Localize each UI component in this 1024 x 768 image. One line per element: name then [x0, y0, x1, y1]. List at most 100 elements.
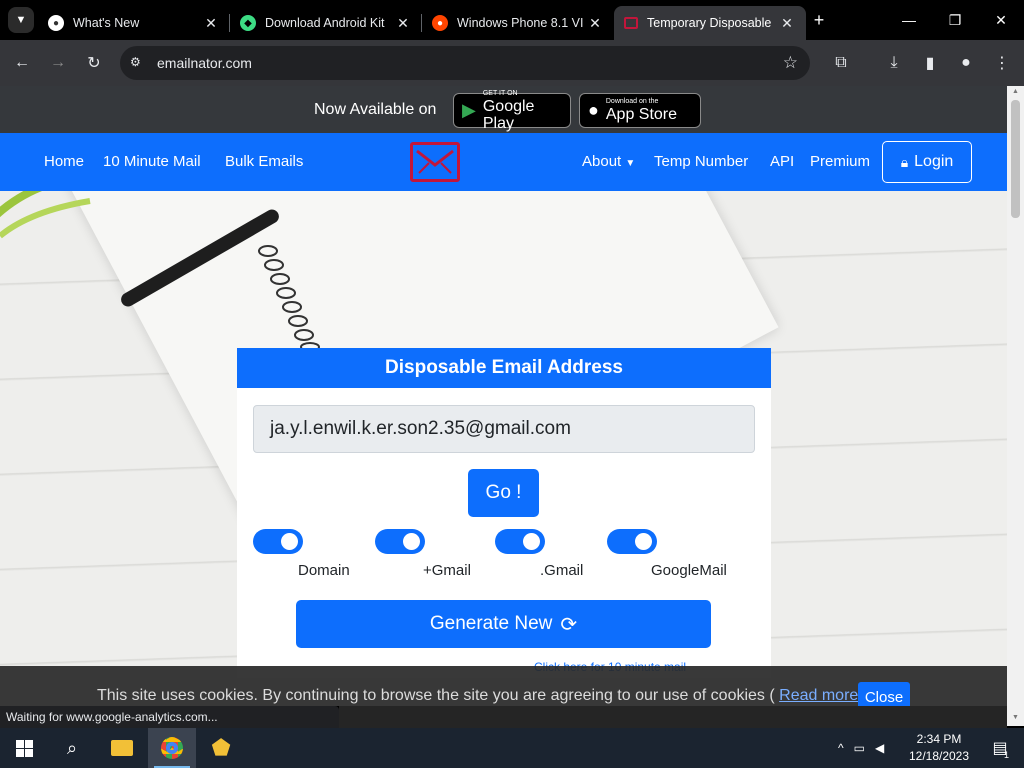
notifications-button[interactable]: ▤ 1	[976, 728, 1024, 768]
clock-time: 2:34 PM	[916, 732, 962, 746]
bookmark-star-icon[interactable]: ☆	[783, 53, 798, 73]
profile-button[interactable]: ●	[954, 51, 978, 75]
cookie-banner-lower	[339, 706, 1007, 728]
nav-10-minute-mail[interactable]: 10 Minute Mail	[103, 153, 201, 170]
scroll-down-icon[interactable]: ▼	[1011, 714, 1020, 721]
forward-button[interactable]: →	[46, 51, 70, 75]
profile-icon: ●	[961, 54, 971, 71]
close-window-button[interactable]: ✕	[978, 0, 1024, 40]
toggle-dot-gmail[interactable]	[495, 529, 545, 554]
menu-button[interactable]: ⋮	[990, 51, 1014, 75]
cookie-close-button[interactable]: Close	[858, 682, 910, 706]
generate-new-button[interactable]: Generate New ⟳	[296, 600, 711, 648]
url-text: emailnator.com	[157, 55, 252, 71]
kebab-menu-icon: ⋮	[994, 55, 1010, 72]
system-clock[interactable]: 2:34 PM 12/18/2023	[905, 731, 973, 765]
site-settings-icon[interactable]: ⚙	[130, 55, 146, 71]
generate-label: Generate New	[429, 613, 553, 634]
chevron-down-icon: ▼	[15, 14, 27, 26]
app-availability-bar: Now Available on ▶ GET IT ON Google Play…	[0, 86, 1007, 133]
network-icon[interactable]: ▭	[854, 741, 865, 755]
tray-chevron-icon[interactable]: ^	[838, 741, 844, 755]
reload-button[interactable]: ↻	[82, 51, 106, 75]
tab-temporary-disposable[interactable]: Temporary Disposable ✕	[614, 6, 806, 40]
cookie-text: This site uses cookies. By continuing to…	[97, 687, 864, 705]
available-text: Now Available on	[314, 101, 437, 118]
restore-button[interactable]: ❐	[932, 0, 978, 40]
close-icon[interactable]: ✕	[586, 15, 604, 32]
search-button[interactable]: ⌕	[48, 728, 96, 768]
site-logo[interactable]	[410, 142, 460, 182]
extensions-button[interactable]: ⧉	[829, 51, 853, 75]
nav-api[interactable]: API	[770, 153, 794, 170]
back-button[interactable]: ←	[10, 51, 34, 75]
badge-small-text: GET IT ON	[482, 89, 518, 97]
volume-icon[interactable]: ◀	[875, 741, 884, 755]
chrome-taskbar-button[interactable]	[148, 728, 196, 768]
address-bar[interactable]: ⚙ emailnator.com ☆	[120, 46, 810, 80]
nav-premium[interactable]: Premium	[810, 153, 870, 170]
read-more-link[interactable]: Read more	[779, 687, 858, 704]
toggle-label-dot-gmail: .Gmail	[540, 562, 584, 579]
toggle-label-googlemail: GoogleMail	[651, 562, 727, 579]
tab-download-android[interactable]: ◆ Download Android Kit ✕	[230, 6, 422, 40]
nav-about-label: About	[582, 153, 622, 170]
google-play-badge[interactable]: ▶ GET IT ON Google Play	[453, 89, 571, 132]
badge-big-text: App Store	[605, 106, 678, 123]
nav-home[interactable]: Home	[44, 153, 84, 170]
download-icon: ⤓	[890, 54, 898, 71]
plant-image	[0, 191, 91, 239]
notification-count: 1	[1004, 750, 1010, 760]
pentagon-app-icon: ⬟	[211, 735, 231, 760]
toggle-domain[interactable]	[253, 529, 303, 554]
email-address-field[interactable]: ja.y.l.enwil.k.er.son2.35@gmail.com	[253, 405, 755, 453]
close-icon[interactable]: ✕	[778, 15, 796, 32]
go-button[interactable]: Go !	[468, 469, 539, 517]
clock-date: 12/18/2023	[908, 749, 970, 763]
arrow-right-icon: →	[50, 54, 66, 71]
notebook-spiral-image	[258, 245, 320, 351]
side-panel-button[interactable]: ▮	[918, 51, 942, 75]
web-page: Now Available on ▶ GET IT ON Google Play…	[0, 86, 1007, 706]
scrollbar-thumb[interactable]	[1011, 100, 1020, 218]
file-explorer-button[interactable]	[98, 728, 146, 768]
arrow-left-icon: ←	[14, 54, 30, 71]
toggle-plus-gmail[interactable]	[375, 529, 425, 554]
toggle-label-domain: Domain	[298, 562, 350, 579]
nav-about[interactable]: About ▼	[582, 153, 635, 170]
google-play-icon: ▶	[462, 100, 476, 120]
card-title: Disposable Email Address	[237, 348, 771, 388]
windows-logo-icon	[15, 739, 33, 757]
tab-windows-phone[interactable]: ● Windows Phone 8.1 VI ✕	[422, 6, 614, 40]
nav-temp-number[interactable]: Temp Number	[654, 153, 748, 170]
app-taskbar-button[interactable]: ⬟	[197, 728, 245, 768]
toggle-googlemail[interactable]	[607, 529, 657, 554]
tab-title: What's New	[73, 16, 140, 30]
close-icon[interactable]: ✕	[394, 15, 412, 32]
status-bubble: Waiting for www.google-analytics.com...	[0, 706, 339, 728]
scroll-up-icon[interactable]: ▲	[1011, 88, 1020, 95]
tab-title: Download Android Kit	[265, 16, 385, 30]
nav-bulk-emails[interactable]: Bulk Emails	[225, 153, 303, 170]
tab-whats-new[interactable]: ● What's New ✕	[38, 6, 230, 40]
emailnator-icon	[624, 17, 638, 29]
system-tray: ^ ▭ ◀	[838, 728, 884, 768]
chrome-icon: ●	[48, 15, 64, 31]
tab-search-button[interactable]: ▼	[8, 7, 34, 33]
badge-small-text: Download on the	[605, 98, 659, 105]
new-tab-button[interactable]: +	[808, 9, 830, 31]
login-label: Login	[914, 153, 954, 170]
search-icon: ⌕	[66, 737, 78, 758]
close-icon[interactable]: ✕	[202, 15, 220, 32]
login-button[interactable]: 🔒︎ Login	[882, 141, 972, 183]
minimize-button[interactable]: —	[886, 0, 932, 40]
site-navbar: Home 10 Minute Mail Bulk Emails About ▼ …	[0, 133, 1007, 191]
cookie-message: This site uses cookies. By continuing to…	[97, 687, 775, 704]
downloads-button[interactable]: ⤓	[882, 51, 906, 75]
start-button[interactable]	[0, 728, 48, 768]
windows-taskbar: ⌕ ⬟ ^ ▭ ◀ 2:34 PM 12/18/2023 ▤ 1	[0, 728, 1024, 768]
mail-logo-icon	[416, 149, 454, 174]
app-store-badge[interactable]: ● Download on the App Store	[579, 93, 701, 128]
page-scrollbar[interactable]: ▲ ▼	[1007, 86, 1024, 726]
cookie-banner: This site uses cookies. By continuing to…	[0, 666, 1007, 706]
